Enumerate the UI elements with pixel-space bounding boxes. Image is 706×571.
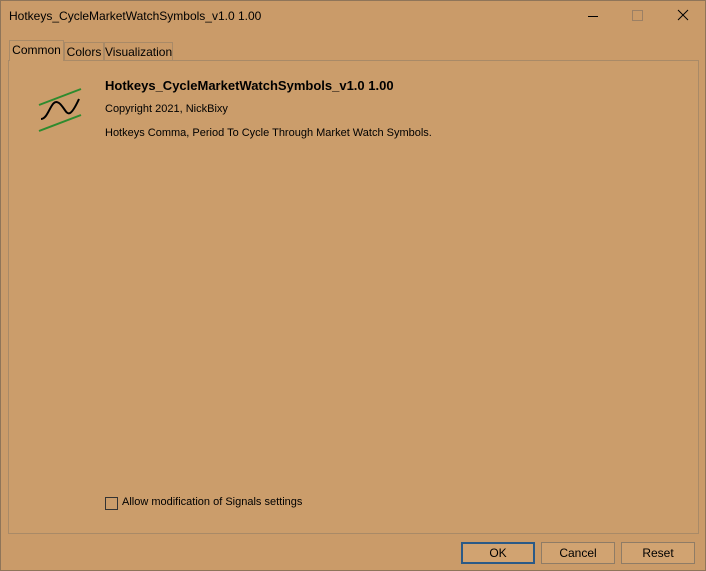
- indicator-name: Hotkeys_CycleMarketWatchSymbols_v1.0 1.0…: [105, 78, 394, 93]
- tab-common[interactable]: Common: [9, 40, 64, 61]
- ok-button[interactable]: OK: [461, 542, 535, 564]
- close-icon: [677, 9, 689, 21]
- tab-visualization[interactable]: Visualization: [104, 42, 173, 60]
- tab-colors[interactable]: Colors: [64, 42, 104, 60]
- checkbox-label[interactable]: Allow modification of Signals settings: [122, 496, 302, 508]
- maximize-icon: [632, 10, 643, 21]
- window-title: Hotkeys_CycleMarketWatchSymbols_v1.0 1.0…: [9, 9, 262, 23]
- title-bar[interactable]: Hotkeys_CycleMarketWatchSymbols_v1.0 1.0…: [1, 1, 705, 32]
- dialog-window: Hotkeys_CycleMarketWatchSymbols_v1.0 1.0…: [0, 0, 706, 571]
- close-button[interactable]: [661, 1, 705, 31]
- checkbox-box[interactable]: [105, 497, 118, 510]
- minimize-icon: [588, 16, 598, 17]
- cancel-button[interactable]: Cancel: [541, 542, 615, 564]
- indicator-copyright: Copyright 2021, NickBixy: [105, 103, 228, 115]
- minimize-button[interactable]: [571, 1, 615, 31]
- maximize-button: [615, 1, 659, 31]
- reset-button[interactable]: Reset: [621, 542, 695, 564]
- common-tab-panel: Hotkeys_CycleMarketWatchSymbols_v1.0 1.0…: [8, 60, 699, 534]
- indicator-description: Hotkeys Comma, Period To Cycle Through M…: [105, 127, 432, 139]
- indicator-sine-wave-icon: [37, 85, 83, 133]
